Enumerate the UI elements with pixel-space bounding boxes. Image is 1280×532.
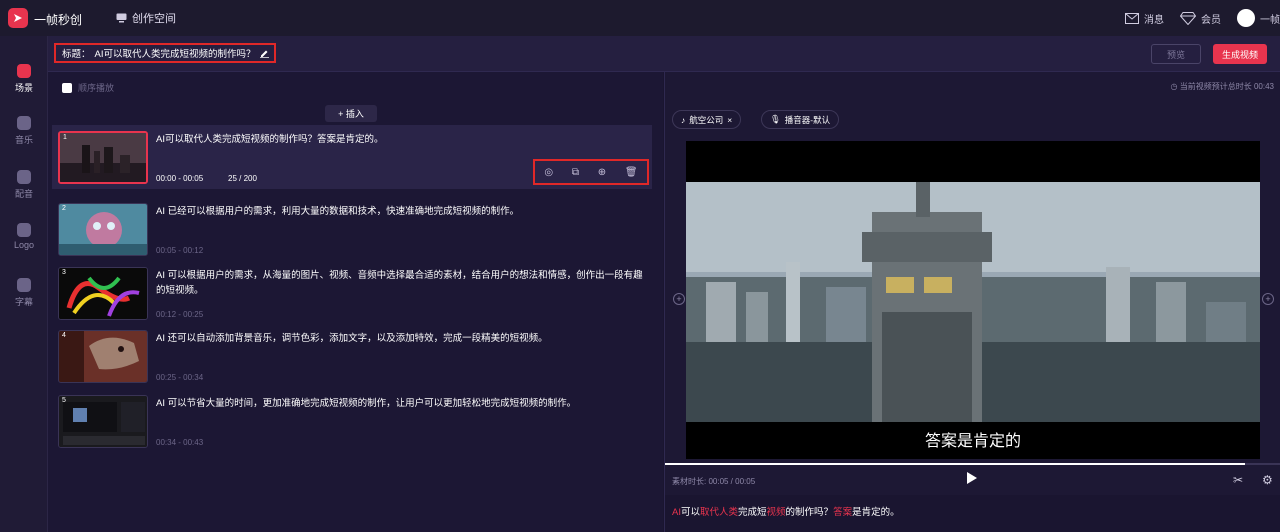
music-icon xyxy=(17,116,31,130)
play-icon[interactable] xyxy=(967,472,977,484)
copy-icon[interactable]: ⧉ xyxy=(572,167,579,178)
mail-icon xyxy=(1125,12,1139,24)
left-nav: 场景 音乐 配音 Logo 字幕 xyxy=(0,36,48,532)
material-duration: 素材时长: 00:05 / 00:05 xyxy=(672,477,756,486)
scene-text[interactable]: AI 可以根据用户的需求，从海量的图片、视频、音频中选择最合适的素材，结合用户的… xyxy=(156,268,646,298)
scene-time: 00:25 - 00:34 xyxy=(156,373,204,382)
video-frame xyxy=(686,182,1260,422)
workspace-link[interactable]: 创作空间 xyxy=(116,10,176,26)
scene-time: 00:12 - 00:25 xyxy=(156,310,204,319)
scissors-icon[interactable]: ✂ xyxy=(1233,473,1243,487)
total-duration: ◷ 当前视频预计总时长 00:43 xyxy=(1170,82,1274,91)
replace-icon[interactable]: ◎ xyxy=(544,167,553,178)
music-tag[interactable]: ♪ 航空公司 × xyxy=(672,110,742,129)
insert-button[interactable]: + 插入 xyxy=(325,105,377,122)
nav-subtitle[interactable]: 字幕 xyxy=(0,278,48,308)
title-bar: 标题： AI可以取代人类完成短视频的制作吗？ 预览 生成视频 xyxy=(48,36,1280,72)
add-before-icon[interactable]: + xyxy=(673,293,685,305)
nav-logo[interactable]: Logo xyxy=(0,223,48,250)
app-name: 一帧秒创 xyxy=(34,13,83,27)
delete-icon[interactable]: 🗑 xyxy=(625,167,638,178)
app-logo xyxy=(8,8,28,28)
scene-thumbnail: 4 xyxy=(58,330,148,383)
workspace-label: 创作空间 xyxy=(132,13,176,25)
edit-icon[interactable] xyxy=(259,49,269,58)
scene-time: 00:05 - 00:12 xyxy=(156,246,204,255)
add-after-icon[interactable]: + xyxy=(1262,293,1274,305)
diamond-icon xyxy=(1180,11,1196,25)
scene-thumbnail: 2 xyxy=(58,203,148,256)
scenes-panel: 顺序播放 + 插入 1 AI可以取代人类完成短视频的制作吗？答案是肯定的。 00… xyxy=(48,72,663,532)
scene-item[interactable]: 3 AI 可以根据用户的需求，从海量的图片、视频、音频中选择最合适的素材，结合用… xyxy=(52,261,652,325)
char-count: 25 / 200 xyxy=(228,174,257,183)
title-text: AI可以取代人类完成短视频的制作吗？ xyxy=(94,49,256,60)
logo-icon xyxy=(17,223,31,237)
order-checkbox[interactable] xyxy=(62,82,72,93)
nav-scene[interactable]: 场景 xyxy=(0,64,48,94)
messages-link[interactable]: 消息 xyxy=(1125,11,1164,26)
nav-music[interactable]: 音乐 xyxy=(0,116,48,146)
scene-thumbnail: 3 xyxy=(58,267,148,320)
scene-time: 00:34 - 00:43 xyxy=(156,438,204,447)
player-controls: 素材时长: 00:05 / 00:05 ✂ ⚙ xyxy=(665,467,1280,493)
scene-icon xyxy=(17,64,31,78)
caption-text[interactable]: AI可以取代人类完成短视频的制作吗？答案是肯定的。 xyxy=(665,495,1280,532)
top-bar: 一帧秒创 创作空间 消息 会员 一帧用 xyxy=(0,0,1280,36)
user-menu[interactable]: 一帧用 xyxy=(1237,9,1280,27)
add-icon[interactable]: ⊕ xyxy=(598,167,606,178)
vip-label: 会员 xyxy=(1201,14,1221,26)
close-icon[interactable]: × xyxy=(727,115,732,125)
scene-item[interactable]: 1 AI可以取代人类完成短视频的制作吗？答案是肯定的。 00:00 - 00:0… xyxy=(52,125,652,189)
order-play-toggle[interactable]: 顺序播放 xyxy=(62,81,114,94)
settings-icon[interactable]: ⚙ xyxy=(1262,473,1273,487)
voice-icon xyxy=(17,170,31,184)
user-name: 一帧用 xyxy=(1260,14,1280,26)
scene-text[interactable]: AI 还可以自动添加背景音乐，调节色彩，添加文字，以及添加特效，完成一段精美的短… xyxy=(156,331,646,346)
scene-thumbnail: 5 xyxy=(58,395,148,448)
video-preview[interactable]: 答案是肯定的 xyxy=(686,141,1260,459)
avatar xyxy=(1237,9,1255,27)
messages-label: 消息 xyxy=(1144,14,1164,26)
progress-bar[interactable] xyxy=(665,463,1280,465)
preview-panel: ◷ 当前视频预计总时长 00:43 ♪ 航空公司 × 🎙 播音器-默认 + + 答案是… xyxy=(664,72,1280,532)
voice-tag[interactable]: 🎙 播音器-默认 xyxy=(761,110,840,129)
scene-tools: ◎ ⧉ ⊕ 🗑 xyxy=(533,159,649,185)
title-field[interactable]: 标题： AI可以取代人类完成短视频的制作吗？ xyxy=(54,43,276,63)
scene-time: 00:00 - 00:05 xyxy=(156,174,204,183)
scene-text[interactable]: AI可以取代人类完成短视频的制作吗？答案是肯定的。 xyxy=(156,132,646,147)
microphone-icon: 🎙 xyxy=(770,114,781,124)
title-prefix: 标题： xyxy=(62,49,91,60)
vip-link[interactable]: 会员 xyxy=(1180,11,1221,26)
scene-item[interactable]: 4 AI 还可以自动添加背景音乐，调节色彩，添加文字，以及添加特效，完成一段精美… xyxy=(52,324,652,388)
scene-thumbnail: 1 xyxy=(58,131,148,184)
music-note-icon: ♪ xyxy=(681,114,686,125)
video-subtitle: 答案是肯定的 xyxy=(924,433,1021,450)
scene-item[interactable]: 2 AI 已经可以根据用户的需求，利用大量的数据和技术，快速准确地完成短视频的制… xyxy=(52,197,652,261)
subtitle-icon xyxy=(17,278,31,292)
scene-text[interactable]: AI 已经可以根据用户的需求，利用大量的数据和技术，快速准确地完成短视频的制作。 xyxy=(156,204,646,219)
nav-voice[interactable]: 配音 xyxy=(0,170,48,200)
monitor-icon xyxy=(116,13,127,23)
scene-text[interactable]: AI 可以节省大量的时间，更加准确地完成短视频的制作，让用户可以更加轻松地完成短… xyxy=(156,396,646,411)
generate-video-button[interactable]: 生成视频 xyxy=(1213,44,1267,64)
preview-button[interactable]: 预览 xyxy=(1151,44,1201,64)
scene-item[interactable]: 5 AI 可以节省大量的时间，更加准确地完成短视频的制作，让用户可以更加轻松地完… xyxy=(52,389,652,453)
